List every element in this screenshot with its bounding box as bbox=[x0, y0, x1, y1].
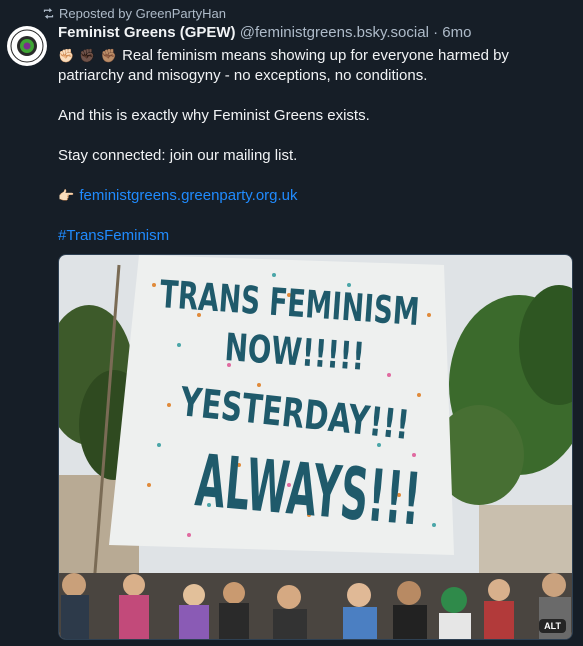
author-handle[interactable]: @feministgreens.bsky.social bbox=[240, 24, 429, 41]
repost-indicator[interactable]: Reposted by GreenPartyHan bbox=[42, 6, 226, 21]
post-image[interactable]: TRANS FEMINISM NOW!!!!! YESTERDAY!!! ALW… bbox=[58, 254, 573, 640]
pointing-hand-emoji: 👉🏻 bbox=[58, 188, 75, 203]
hashtag-link[interactable]: #TransFeminism bbox=[58, 227, 169, 244]
raised-fist-dark-emoji: ✊🏿 bbox=[79, 48, 96, 63]
repost-label: Reposted by GreenPartyHan bbox=[59, 6, 226, 21]
alt-text-badge[interactable]: ALT bbox=[539, 619, 566, 633]
post-line-1: ✊🏻 ✊🏿 ✊🏽 Real feminism means showing up … bbox=[58, 46, 558, 86]
post-text: ✊🏻 ✊🏿 ✊🏽 Real feminism means showing up … bbox=[58, 46, 558, 246]
avatar[interactable] bbox=[7, 26, 47, 66]
post-time[interactable]: 6mo bbox=[442, 24, 471, 41]
post-link-line: 👉🏻 feministgreens.greenparty.org.uk bbox=[58, 186, 558, 206]
post-header: Feminist Greens (GPEW) @feministgreens.b… bbox=[58, 24, 471, 41]
raised-fist-medium-emoji: ✊🏽 bbox=[100, 48, 117, 63]
post-line-2: And this is exactly why Feminist Greens … bbox=[58, 107, 370, 124]
hashtag-line: #TransFeminism bbox=[58, 226, 558, 246]
separator-dot: · bbox=[433, 24, 439, 41]
raised-fist-light-emoji: ✊🏻 bbox=[58, 48, 75, 63]
post-line-3: Stay connected: join our mailing list. bbox=[58, 147, 298, 164]
post-line-1-text: Real feminism means showing up for every… bbox=[58, 47, 509, 84]
mailing-list-link[interactable]: feministgreens.greenparty.org.uk bbox=[79, 187, 297, 204]
author-display-name[interactable]: Feminist Greens (GPEW) bbox=[58, 24, 236, 41]
repost-icon bbox=[43, 8, 54, 19]
